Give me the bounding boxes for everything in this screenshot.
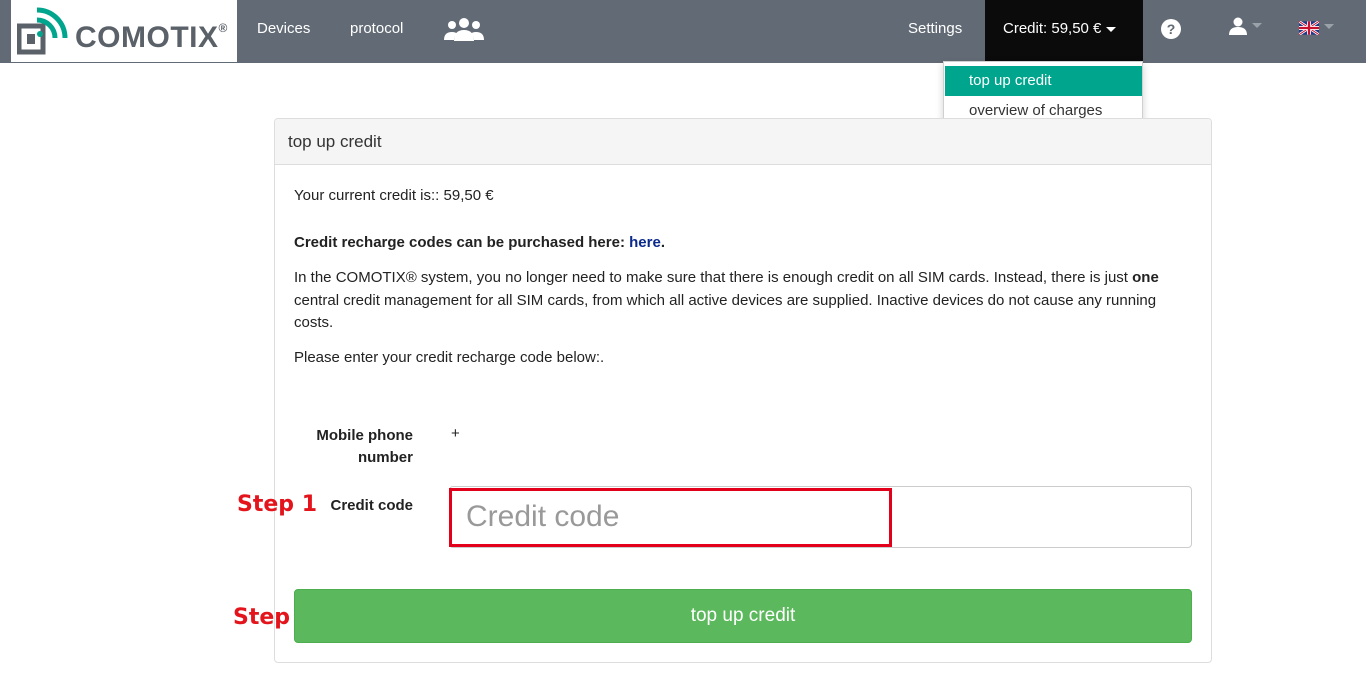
logo-mark-icon <box>17 7 68 55</box>
nav-protocol[interactable]: protocol <box>350 0 403 62</box>
phone-label: Mobile phone number <box>316 427 413 466</box>
caret-down-icon <box>1252 22 1262 28</box>
purchase-info: Credit recharge codes can be purchased h… <box>294 234 665 251</box>
top-navbar: COMOTIX® Devices protocol Settings Credi… <box>0 0 1366 63</box>
nav-devices[interactable]: Devices <box>257 0 310 62</box>
phone-value: + <box>451 425 460 442</box>
uk-flag-icon <box>1298 20 1320 36</box>
enter-code-prompt: Please enter your credit recharge code b… <box>294 349 605 366</box>
logo-text: COMOTIX® <box>75 21 228 54</box>
caret-down-icon <box>1106 26 1117 32</box>
purchase-link[interactable]: here <box>629 234 661 251</box>
credit-code-input[interactable] <box>450 487 1191 547</box>
logo[interactable]: COMOTIX® <box>11 0 237 62</box>
current-credit-text: Your current credit is:: 59,50 € <box>294 187 494 204</box>
group-icon[interactable] <box>444 16 486 44</box>
language-menu-toggle[interactable] <box>1298 20 1341 39</box>
user-menu-toggle[interactable] <box>1229 17 1265 39</box>
menu-item-top-up-credit[interactable]: top up credit <box>945 66 1142 96</box>
panel-title: top up credit <box>275 119 1211 165</box>
caret-down-icon <box>1324 23 1334 29</box>
step1-annotation: Step 1 <box>237 492 317 517</box>
help-icon[interactable]: ? <box>1160 18 1182 40</box>
top-up-credit-button[interactable]: top up credit <box>294 589 1192 643</box>
credit-label: Credit: 59,50 € <box>1003 20 1102 37</box>
svg-text:?: ? <box>1167 21 1176 37</box>
description-text: In the COMOTIX® system, you no longer ne… <box>294 269 1159 331</box>
credit-code-field <box>449 486 1192 548</box>
user-icon <box>1229 17 1247 35</box>
nav-settings[interactable]: Settings <box>908 0 962 62</box>
credit-dropdown-toggle[interactable]: Credit: 59,50 € <box>985 0 1143 62</box>
